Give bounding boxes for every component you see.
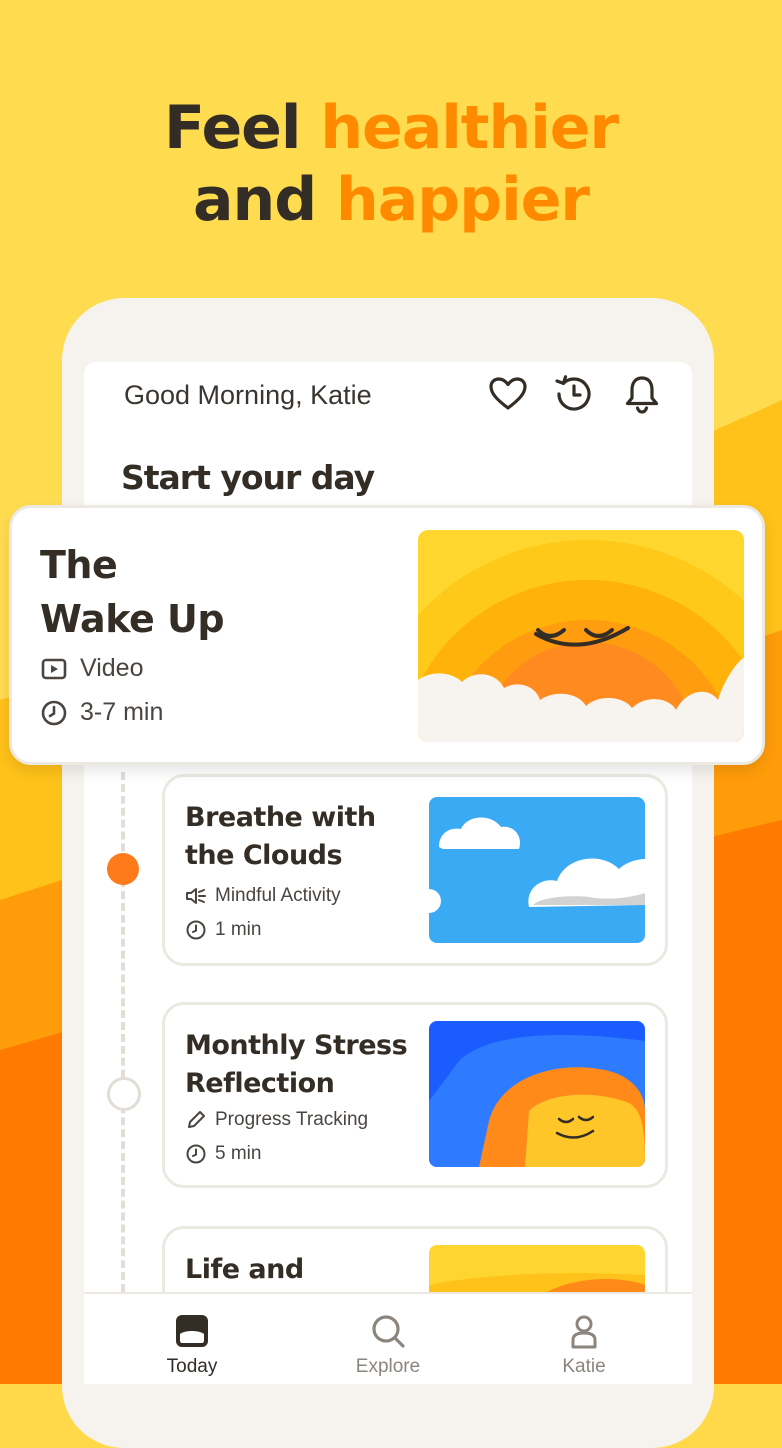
featured-card-wake-up[interactable]: The Wake Up Video 3-7 min (9, 505, 765, 765)
featured-duration-label: 3-7 min (80, 698, 164, 726)
activity-card-breathe[interactable]: Breathe with the Clouds Mindful Activity… (162, 774, 668, 966)
profile-icon (571, 1315, 597, 1349)
heart-icon[interactable] (486, 372, 530, 416)
featured-type-label: Video (80, 654, 144, 682)
card-title-line1: Life and (185, 1254, 304, 1285)
hero-line1-accent: healthier (320, 93, 619, 163)
card-type-label: Mindful Activity (215, 885, 341, 906)
hero-line2-plain: and (193, 165, 337, 235)
timeline-dot-upcoming (107, 1077, 141, 1111)
timeline-line (121, 772, 129, 1292)
card-title: Life and (185, 1251, 415, 1289)
section-title: Start your day (121, 458, 375, 497)
sunrise-thumbnail (418, 530, 744, 742)
hero-headline: Feel healthier and happier (0, 92, 782, 236)
featured-type: Video (40, 654, 144, 683)
featured-title-line2: Wake Up (40, 597, 225, 641)
clock-icon (41, 700, 67, 725)
timeline-dot-completed (107, 853, 139, 885)
nav-label-explore: Explore (355, 1356, 421, 1377)
clock-icon (186, 1144, 206, 1164)
nav-label-profile: Katie (562, 1356, 606, 1377)
card-duration: 1 min (185, 919, 261, 941)
featured-title-line1: The (40, 543, 118, 587)
featured-title: The Wake Up (40, 538, 225, 646)
card-duration: 5 min (185, 1143, 261, 1165)
reflection-thumbnail (429, 1021, 645, 1167)
card-title-line1: Breathe with (185, 802, 376, 833)
greeting-text: Good Morning, Katie (124, 380, 372, 410)
card-duration-label: 1 min (215, 919, 262, 940)
card-type: Mindful Activity (185, 885, 341, 907)
card-type: Progress Tracking (185, 1109, 368, 1131)
history-icon[interactable] (552, 372, 596, 416)
nav-label-today: Today (166, 1356, 218, 1377)
clock-icon (186, 920, 206, 940)
card-title-line2: the Clouds (185, 840, 343, 871)
bottom-nav: Today Explore Katie (84, 1292, 692, 1384)
card-type-label: Progress Tracking (215, 1109, 369, 1130)
nav-item-today[interactable]: Today (132, 1312, 252, 1378)
featured-duration: 3-7 min (40, 698, 163, 727)
card-title-line1: Monthly Stress (185, 1030, 408, 1061)
nav-item-explore[interactable]: Explore (328, 1312, 448, 1378)
card-title-line2: Reflection (185, 1068, 335, 1099)
search-icon (372, 1315, 405, 1348)
card-title: Breathe with the Clouds (185, 799, 415, 875)
video-icon (41, 658, 67, 679)
hero-line2-accent: happier (336, 165, 590, 235)
hero-line1-plain: Feel (163, 93, 321, 163)
bell-icon[interactable] (620, 372, 664, 416)
activity-card-stress-reflection[interactable]: Monthly Stress Reflection Progress Track… (162, 1002, 668, 1188)
nav-item-profile[interactable]: Katie (524, 1312, 644, 1378)
clouds-thumbnail (429, 797, 645, 943)
card-title: Monthly Stress Reflection (185, 1027, 415, 1103)
speaker-icon (186, 888, 206, 904)
card-duration-label: 5 min (215, 1143, 262, 1164)
today-icon (176, 1315, 208, 1347)
pencil-icon (188, 1111, 205, 1128)
